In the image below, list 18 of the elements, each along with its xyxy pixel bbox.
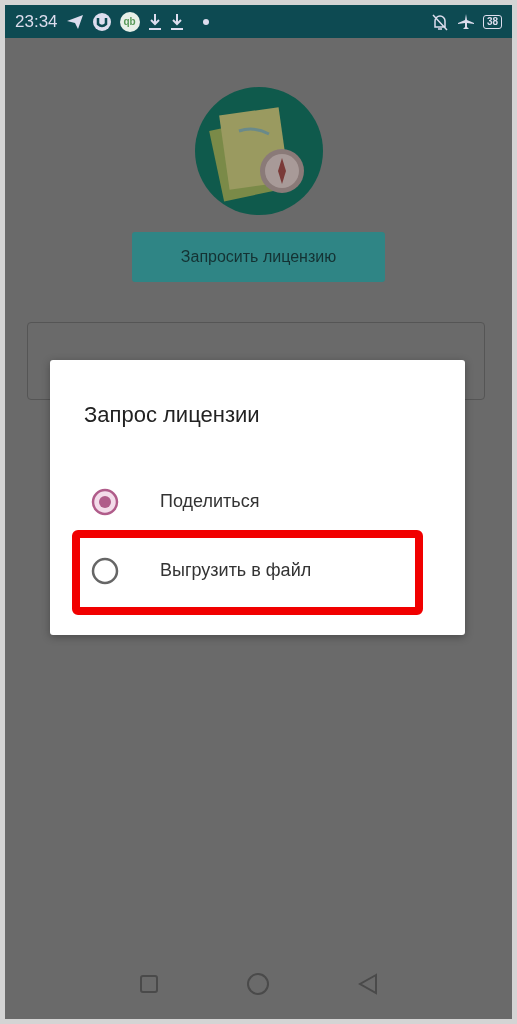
option-label[interactable]: Выгрузить в файл bbox=[160, 557, 312, 584]
logo-icon bbox=[193, 86, 324, 216]
option-label[interactable]: Поделиться bbox=[160, 488, 260, 515]
radio-button[interactable] bbox=[90, 555, 120, 586]
download-icon bbox=[169, 12, 184, 31]
status-time: 23:34 bbox=[15, 10, 58, 33]
home-icon[interactable] bbox=[246, 972, 271, 996]
dot-icon bbox=[201, 17, 210, 26]
app-icon bbox=[91, 11, 112, 32]
radio-button[interactable] bbox=[90, 486, 120, 517]
send-icon bbox=[65, 13, 84, 30]
battery-level: 38 bbox=[482, 14, 502, 29]
back-icon[interactable] bbox=[358, 973, 379, 995]
app-badge-icon: qb bbox=[119, 11, 140, 32]
download-icon bbox=[147, 12, 162, 31]
dialog-title: Запрос лицензии bbox=[83, 401, 261, 429]
bell-off-icon bbox=[430, 12, 449, 31]
recent-apps-icon[interactable] bbox=[138, 974, 159, 994]
